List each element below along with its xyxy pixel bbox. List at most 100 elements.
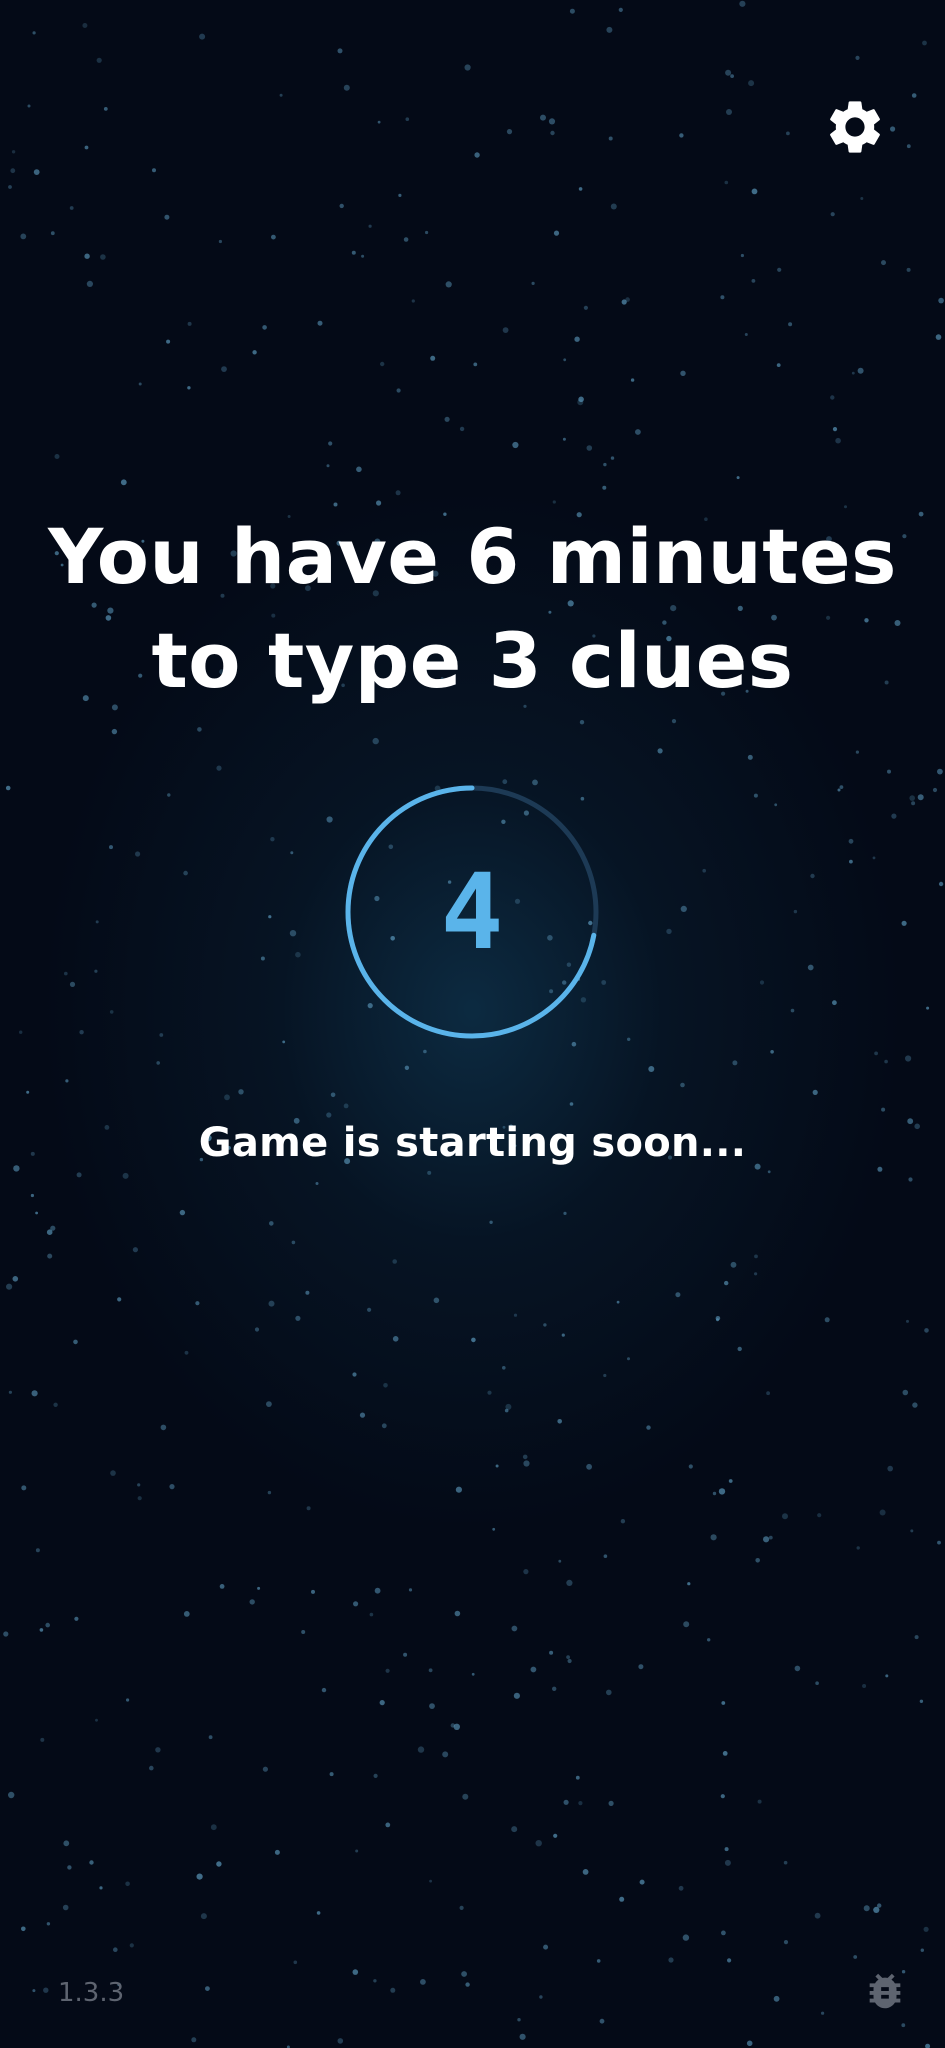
settings-button[interactable] xyxy=(818,90,892,164)
star-dot xyxy=(748,80,755,87)
star-dot xyxy=(396,388,401,393)
star-dot xyxy=(430,355,436,361)
star-dot xyxy=(224,1094,230,1101)
star-dot xyxy=(679,133,684,138)
star-dot xyxy=(216,765,222,771)
star-dot xyxy=(398,193,402,197)
star-dot xyxy=(578,396,584,403)
star-dot xyxy=(311,1589,315,1594)
star-dot xyxy=(552,1686,557,1692)
star-dot xyxy=(40,1737,45,1742)
star-dot xyxy=(392,1336,399,1342)
star-dot xyxy=(343,1103,349,1109)
star-dot xyxy=(740,253,745,258)
star-dot xyxy=(408,1588,413,1592)
star-dot xyxy=(874,1051,878,1056)
star-dot xyxy=(35,1548,40,1553)
star-dot xyxy=(872,856,876,860)
star-dot xyxy=(502,1366,506,1370)
star-dot xyxy=(425,230,429,235)
star-dot xyxy=(160,1424,167,1431)
star-dot xyxy=(197,727,202,732)
star-dot xyxy=(602,485,607,490)
star-dot xyxy=(810,873,815,879)
star-dot xyxy=(627,1357,630,1361)
star-dot xyxy=(599,2018,605,2024)
star-dot xyxy=(64,971,68,976)
star-dot xyxy=(657,748,663,754)
star-dot xyxy=(759,980,765,985)
star-dot xyxy=(849,859,853,864)
star-dot xyxy=(445,281,452,288)
star-dot xyxy=(566,1579,573,1586)
star-dot xyxy=(855,750,860,754)
star-dot xyxy=(788,322,793,327)
star-dot xyxy=(774,803,778,807)
star-dot xyxy=(492,1527,496,1531)
star-dot xyxy=(567,1658,572,1664)
star-dot xyxy=(305,1290,310,1295)
star-dot xyxy=(747,754,753,760)
star-dot xyxy=(911,93,917,98)
page-title: You have 6 minutes to type 3 clues xyxy=(0,505,945,713)
star-dot xyxy=(417,1746,425,1753)
star-dot xyxy=(901,920,907,926)
star-dot xyxy=(216,1861,222,1867)
star-dot xyxy=(543,1944,549,1950)
star-dot xyxy=(680,905,687,913)
star-dot xyxy=(257,1586,261,1590)
star-dot xyxy=(887,769,891,774)
star-dot xyxy=(271,234,276,240)
star-dot xyxy=(12,1276,19,1282)
star-dot xyxy=(135,851,141,857)
star-dot xyxy=(159,1033,164,1037)
star-dot xyxy=(380,361,385,367)
star-dot xyxy=(877,1903,882,1908)
star-dot xyxy=(156,1061,160,1065)
star-dot xyxy=(579,720,585,725)
star-dot xyxy=(279,93,283,97)
star-dot xyxy=(474,152,480,158)
star-dot xyxy=(770,1050,774,1054)
star-dot xyxy=(887,1465,893,1472)
star-dot xyxy=(306,1506,311,1511)
star-dot xyxy=(557,1419,562,1424)
star-dot xyxy=(411,299,415,303)
star-dot xyxy=(262,325,267,330)
star-dot xyxy=(648,1066,655,1072)
bug-report-button[interactable] xyxy=(862,1968,908,2014)
star-dot xyxy=(459,426,465,432)
star-dot xyxy=(814,1912,821,1919)
star-dot xyxy=(906,267,911,272)
star-dot xyxy=(923,1926,929,1932)
star-dot xyxy=(608,1800,614,1806)
star-dot xyxy=(863,1905,870,1912)
star-dot xyxy=(450,1723,455,1728)
star-dot xyxy=(129,1943,134,1948)
star-dot xyxy=(295,1315,301,1321)
star-dot xyxy=(46,1229,53,1235)
star-dot xyxy=(46,1922,51,1926)
app-version-label: 1.3.3 xyxy=(58,1978,125,2008)
star-dot xyxy=(687,1582,691,1586)
star-dot xyxy=(603,1554,608,1558)
star-dot xyxy=(523,1460,530,1467)
star-dot xyxy=(688,1464,693,1469)
star-dot xyxy=(851,371,855,375)
star-dot xyxy=(385,1822,391,1828)
star-dot xyxy=(505,1403,512,1410)
star-dot xyxy=(117,1297,122,1302)
star-dot xyxy=(155,1747,161,1753)
star-dot xyxy=(881,1107,886,1112)
star-dot xyxy=(914,1635,919,1640)
star-dot xyxy=(702,868,706,873)
star-dot xyxy=(925,2043,931,2048)
star-dot xyxy=(639,1879,645,1885)
star-dot xyxy=(69,981,76,988)
star-dot xyxy=(369,1612,374,1617)
star-dot xyxy=(33,169,40,176)
star-dot xyxy=(252,350,257,355)
star-dot xyxy=(531,281,535,285)
star-dot xyxy=(627,1037,631,1042)
star-dot xyxy=(372,737,379,745)
